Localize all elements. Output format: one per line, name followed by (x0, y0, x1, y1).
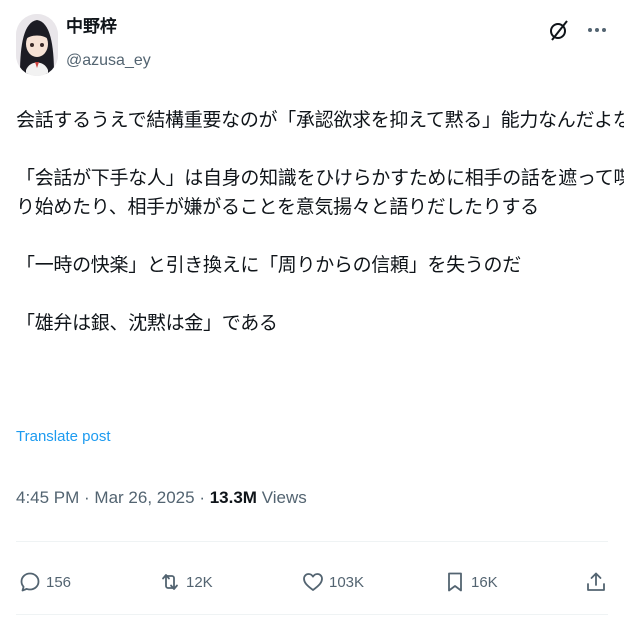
post-text: 会話するうえで結構重要なのが「承認欲求を抑えて黙る」能力なんだよな 「会話が下手… (16, 106, 624, 338)
more-icon[interactable] (586, 20, 608, 40)
post-line: 「雄弁は銀、沈黙は金」である (16, 312, 278, 334)
like-count: 103K (329, 573, 365, 591)
views-count: 13.3M (209, 488, 257, 507)
divider (16, 614, 608, 615)
reply-button[interactable]: 156 (18, 566, 71, 598)
post-meta: 4:45 PM · Mar 26, 2025 · 13.3M Views (16, 488, 307, 508)
author-names: 中野梓 @azusa_ey (66, 16, 151, 72)
repost-count: 12K (186, 573, 213, 591)
like-button[interactable]: 103K (301, 566, 364, 598)
reply-count: 156 (46, 573, 72, 591)
post-line: り始めたり、相手が嫌がることを意気揚々と語りだしたりする (16, 196, 539, 218)
translate-post-link[interactable]: Translate post (16, 428, 111, 445)
share-button[interactable] (584, 566, 612, 598)
bookmark-icon (448, 572, 462, 592)
post-header: 中野梓 @azusa_ey (16, 12, 608, 80)
views-label: Views (261, 488, 307, 507)
meta-separator: · (194, 488, 210, 507)
post-line: 「一時の快楽」と引き換えに「周りからの信頼」を失うのだ (16, 254, 521, 276)
heart-icon (303, 573, 323, 591)
bookmark-count: 16K (471, 573, 498, 591)
author-display-name[interactable]: 中野梓 (66, 16, 151, 38)
post-date[interactable]: Mar 26, 2025 (94, 488, 194, 507)
avatar[interactable] (16, 14, 58, 76)
author-handle[interactable]: @azusa_ey (66, 50, 151, 72)
meta-separator: · (79, 488, 95, 507)
repost-icon (162, 574, 178, 590)
action-bar: 156 12K 103K 16K (0, 562, 624, 602)
bookmark-button[interactable]: 16K (443, 566, 498, 598)
repost-button[interactable]: 12K (158, 566, 213, 598)
grok-icon[interactable] (548, 18, 570, 42)
post-line: 会話するうえで結構重要なのが「承認欲求を抑えて黙る」能力なんだよな (16, 109, 624, 131)
share-icon (587, 572, 605, 591)
post-time[interactable]: 4:45 PM (16, 488, 79, 507)
post-line: 「会話が下手な人」は自身の知識をひけらかすために相手の話を遮って喋 (16, 167, 624, 189)
reply-icon (20, 572, 40, 592)
divider (16, 541, 608, 542)
